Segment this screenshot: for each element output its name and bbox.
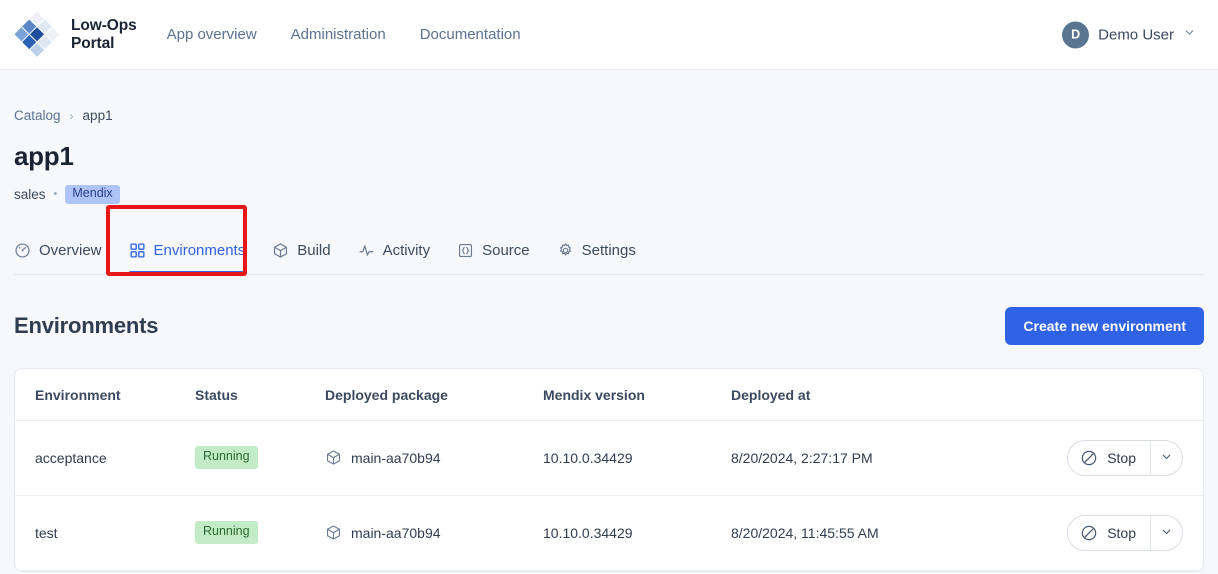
- breadcrumb-current: app1: [82, 108, 113, 123]
- tab-list: Overview Environments Build Activity Sou…: [14, 228, 1204, 275]
- stop-dropdown-toggle[interactable]: [1150, 515, 1182, 550]
- chevron-down-icon: [1183, 26, 1196, 44]
- tab-settings-label: Settings: [581, 242, 636, 260]
- cell-deployed-package: main-aa70b94: [325, 495, 543, 571]
- status-badge: Running: [195, 521, 258, 545]
- tab-overview[interactable]: Overview: [14, 228, 102, 274]
- gauge-icon: [14, 242, 31, 259]
- table-header: Environment Status Deployed package Mend…: [15, 368, 1203, 421]
- page-meta: sales • Mendix: [14, 185, 1204, 204]
- environments-section-header: Environments Create new environment: [14, 306, 1204, 345]
- tabs-container: Overview Environments Build Activity Sou…: [14, 204, 1204, 276]
- cell-deployed-at: 8/20/2024, 11:45:55 AM: [731, 495, 1031, 571]
- package-name: main-aa70b94: [351, 449, 441, 466]
- grid-squares-icon: [129, 242, 146, 259]
- cell-deployed-package: main-aa70b94: [325, 420, 543, 496]
- page-body: Catalog › app1 app1 sales • Mendix Overv…: [0, 70, 1218, 572]
- cell-environment: acceptance: [15, 420, 195, 496]
- stop-button-group[interactable]: Stop: [1067, 439, 1183, 476]
- tab-overview-label: Overview: [39, 242, 102, 260]
- column-header-environment: Environment: [15, 368, 195, 421]
- curly-braces-icon: [457, 242, 474, 259]
- cell-mendix-version: 10.10.0.34429: [543, 495, 731, 571]
- stop-button[interactable]: Stop: [1068, 441, 1150, 475]
- avatar: D: [1062, 21, 1090, 48]
- prohibition-icon: [1080, 524, 1098, 542]
- cell-actions: Stop: [1031, 420, 1203, 496]
- table-body: acceptance Running main-aa70b94 10.10.0.…: [15, 420, 1203, 571]
- tab-activity[interactable]: Activity: [358, 228, 431, 274]
- owner-label: sales: [14, 186, 46, 202]
- main-nav: App overview Administration Documentatio…: [167, 26, 521, 43]
- chevron-down-icon: [1160, 525, 1173, 541]
- stop-button[interactable]: Stop: [1068, 516, 1150, 550]
- column-header-deployed-package: Deployed package: [325, 368, 543, 421]
- breadcrumb-separator-icon: ›: [69, 108, 74, 123]
- table-header-row: Environment Status Deployed package Mend…: [15, 368, 1203, 421]
- tab-source[interactable]: Source: [457, 228, 530, 274]
- diamond-grid-logo-icon: [14, 11, 60, 57]
- page-title: app1: [14, 141, 74, 171]
- stop-button-label: Stop: [1107, 524, 1136, 541]
- breadcrumb: Catalog › app1: [14, 70, 1204, 123]
- column-header-status: Status: [195, 368, 325, 421]
- cell-status: Running: [195, 495, 325, 571]
- brand-name: Low-Ops Portal: [71, 17, 137, 52]
- meta-separator: •: [53, 188, 58, 201]
- environments-table: Environment Status Deployed package Mend…: [15, 368, 1203, 571]
- chevron-down-icon: [1160, 450, 1173, 466]
- tab-environments-label: Environments: [153, 242, 246, 260]
- tab-activity-label: Activity: [382, 242, 431, 260]
- stop-button-label: Stop: [1107, 449, 1136, 466]
- user-name: Demo User: [1098, 26, 1174, 43]
- cell-environment: test: [15, 495, 195, 571]
- tab-build-label: Build: [297, 242, 331, 260]
- cell-mendix-version: 10.10.0.34429: [543, 420, 731, 496]
- cell-deployed-at: 8/20/2024, 2:27:17 PM: [731, 420, 1031, 496]
- user-menu[interactable]: D Demo User: [1062, 21, 1196, 48]
- tab-source-label: Source: [482, 242, 530, 260]
- section-title: Environments: [14, 312, 159, 338]
- package-icon: [325, 524, 342, 541]
- platform-tag: Mendix: [65, 185, 120, 204]
- table-row[interactable]: test Running main-aa70b94 10.10.0.34429 …: [15, 495, 1203, 571]
- brand-logo-group[interactable]: Low-Ops Portal: [14, 11, 137, 58]
- table-row[interactable]: acceptance Running main-aa70b94 10.10.0.…: [15, 420, 1203, 496]
- cell-actions: Stop: [1031, 495, 1203, 571]
- tab-build[interactable]: Build: [272, 228, 331, 274]
- breadcrumb-catalog[interactable]: Catalog: [14, 108, 61, 123]
- brand-name-line1: Low-Ops: [71, 17, 137, 35]
- status-badge: Running: [195, 446, 258, 470]
- column-header-deployed-at: Deployed at: [731, 368, 1031, 421]
- nav-administration[interactable]: Administration: [291, 26, 386, 43]
- nav-documentation[interactable]: Documentation: [420, 26, 521, 43]
- package-icon: [325, 449, 342, 466]
- top-header: Low-Ops Portal App overview Administrati…: [0, 0, 1218, 70]
- column-header-mendix-version: Mendix version: [543, 368, 731, 421]
- nav-app-overview[interactable]: App overview: [167, 26, 257, 43]
- gear-icon: [557, 242, 574, 259]
- stop-dropdown-toggle[interactable]: [1150, 440, 1182, 475]
- brand-name-line2: Portal: [71, 34, 115, 52]
- create-new-environment-button[interactable]: Create new environment: [1005, 306, 1204, 345]
- stop-button-group[interactable]: Stop: [1067, 514, 1183, 551]
- pulse-icon: [358, 242, 375, 259]
- environments-table-card: Environment Status Deployed package Mend…: [14, 367, 1204, 572]
- package-icon: [272, 242, 289, 259]
- tab-environments[interactable]: Environments: [128, 228, 246, 274]
- tab-settings[interactable]: Settings: [557, 228, 636, 274]
- column-header-actions: [1031, 368, 1203, 421]
- prohibition-icon: [1080, 449, 1098, 467]
- package-name: main-aa70b94: [351, 524, 441, 541]
- cell-status: Running: [195, 420, 325, 496]
